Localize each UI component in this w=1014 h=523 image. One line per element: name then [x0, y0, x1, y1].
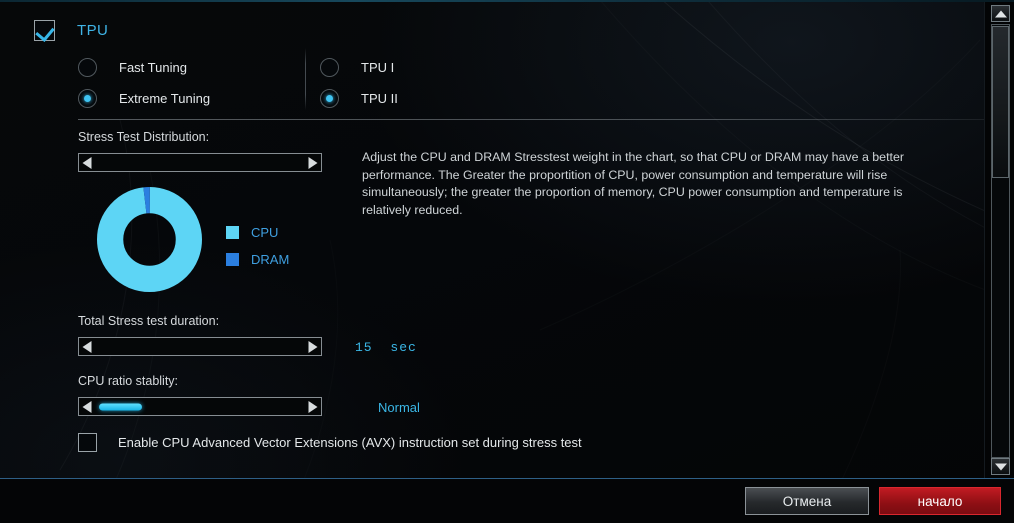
right-arrow-icon[interactable] — [305, 397, 321, 416]
stability-label: CPU ratio stablity: — [78, 374, 179, 388]
right-arrow-icon[interactable] — [305, 337, 321, 356]
stability-slider-handle[interactable] — [99, 403, 142, 410]
radio-tpu-2[interactable] — [320, 89, 339, 108]
legend-swatch-cpu — [226, 226, 239, 239]
start-button[interactable]: начало — [879, 487, 1001, 515]
vertical-divider — [305, 48, 306, 110]
chart-legend: CPU DRAM — [226, 219, 289, 273]
stress-distribution-track[interactable] — [95, 153, 305, 172]
footer-accent-line — [0, 478, 1014, 479]
left-arrow-icon[interactable] — [79, 153, 95, 172]
duration-value: 15 — [355, 340, 373, 355]
legend-item-cpu: CPU — [226, 219, 289, 246]
left-arrow-icon[interactable] — [79, 337, 95, 356]
duration-unit: sec — [390, 340, 417, 355]
vertical-scrollbar[interactable] — [984, 2, 1014, 478]
legend-label-dram: DRAM — [251, 252, 290, 267]
radio-fast-tuning[interactable] — [78, 58, 97, 77]
tpu-header: TPU — [34, 20, 108, 41]
scroll-down-arrow-icon[interactable] — [991, 458, 1010, 475]
stability-track[interactable] — [95, 397, 305, 416]
radio-row-extreme-tuning[interactable]: Extreme Tuning — [78, 83, 210, 114]
radio-label-fast-tuning: Fast Tuning — [119, 60, 187, 75]
duration-track[interactable] — [95, 337, 305, 356]
avx-checkbox[interactable] — [78, 433, 97, 452]
tuning-mode-group: Fast Tuning Extreme Tuning TPU I TPU II — [78, 48, 988, 114]
left-arrow-icon[interactable] — [79, 397, 95, 416]
duration-label: Total Stress test duration: — [78, 314, 220, 328]
tpu-title: TPU — [77, 22, 109, 39]
tpu-enable-checkbox[interactable] — [34, 20, 55, 41]
tpu-tuning-dialog: TPU Fast Tuning Extreme Tuning TPU I TPU… — [0, 0, 1014, 523]
avx-row[interactable]: Enable CPU Advanced Vector Extensions (A… — [78, 433, 582, 452]
tuning-mode-column-left: Fast Tuning Extreme Tuning — [78, 52, 210, 114]
legend-label-cpu: CPU — [251, 225, 279, 240]
right-arrow-icon[interactable] — [305, 153, 321, 172]
duration-value-group: 15 sec — [355, 340, 417, 355]
radio-label-tpu-1: TPU I — [361, 60, 395, 75]
stress-distribution-label: Stress Test Distribution: — [78, 130, 210, 144]
avx-label: Enable CPU Advanced Vector Extensions (A… — [118, 435, 582, 450]
radio-label-tpu-2: TPU II — [361, 91, 398, 106]
stability-slider[interactable] — [78, 397, 322, 416]
stress-distribution-description: Adjust the CPU and DRAM Stresstest weigh… — [362, 150, 904, 217]
section-divider — [78, 119, 986, 120]
tuning-mode-column-right: TPU I TPU II — [320, 52, 398, 114]
duration-slider[interactable] — [78, 337, 322, 356]
legend-swatch-dram — [226, 253, 239, 266]
stability-value: Normal — [378, 400, 420, 415]
radio-label-extreme-tuning: Extreme Tuning — [119, 91, 211, 106]
scroll-up-arrow-icon[interactable] — [991, 5, 1010, 22]
radio-extreme-tuning[interactable] — [78, 89, 97, 108]
radio-tpu-1[interactable] — [320, 58, 339, 77]
stress-distribution-slider[interactable] — [78, 153, 322, 172]
scrollbar-thumb[interactable] — [992, 26, 1009, 178]
tpu-panel: TPU Fast Tuning Extreme Tuning TPU I TPU… — [0, 0, 1014, 478]
stress-distribution-donut-chart — [97, 187, 202, 292]
donut-svg — [97, 187, 202, 292]
radio-row-tpu-2[interactable]: TPU II — [320, 83, 398, 114]
cancel-button[interactable]: Отмена — [745, 487, 869, 515]
dialog-footer: Отмена начало — [0, 478, 1014, 523]
radio-row-fast-tuning[interactable]: Fast Tuning — [78, 52, 210, 83]
legend-item-dram: DRAM — [226, 246, 289, 273]
radio-row-tpu-1[interactable]: TPU I — [320, 52, 398, 83]
